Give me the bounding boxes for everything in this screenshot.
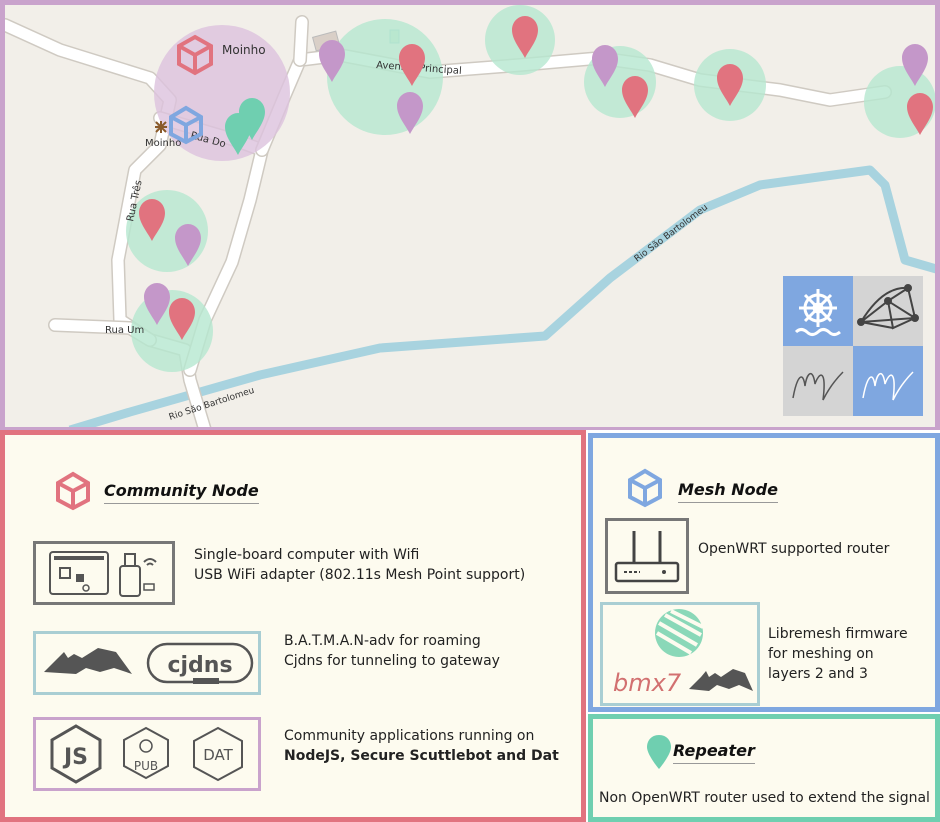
nodejs-logo-text: JS bbox=[62, 745, 88, 770]
firmware-line-2: for meshing on bbox=[768, 646, 874, 662]
repeater-panel: Repeater Non OpenWRT router used to exte… bbox=[588, 714, 940, 822]
cjdns-logo-text: cjdns bbox=[167, 653, 232, 678]
apps-line-2: NodeJS, Secure Scuttlebot and Dat bbox=[284, 748, 559, 764]
apps-line-1: Community applications running on bbox=[284, 728, 535, 744]
repeater-pin-icon bbox=[647, 735, 671, 769]
routing-line-2: Cjdns for tunneling to gateway bbox=[284, 653, 500, 669]
batman-bat-icon bbox=[44, 648, 132, 674]
firmware-line-3: layers 2 and 3 bbox=[768, 666, 868, 682]
community-node-icon bbox=[56, 471, 90, 511]
mesh-node-panel: Mesh Node OpenWRT supported router bmx7 … bbox=[588, 433, 940, 712]
routing-logo-box: cjdns bbox=[33, 631, 261, 695]
firmware-logo-box: bmx7 bbox=[600, 602, 760, 706]
hardware-line-1: Single-board computer with Wifi bbox=[194, 547, 420, 563]
mesh-node-title: Mesh Node bbox=[678, 480, 778, 503]
router-icon bbox=[614, 531, 680, 583]
apps-logo-box: JS PUB DAT bbox=[33, 717, 261, 791]
batman-bat-icon bbox=[689, 669, 753, 691]
map-frame bbox=[0, 0, 940, 430]
repeater-title: Repeater bbox=[673, 741, 755, 764]
usb-adapter-icon bbox=[119, 565, 141, 597]
bmx7-logo-text: bmx7 bbox=[613, 669, 682, 697]
router-logo-box bbox=[605, 518, 689, 594]
ssb-pub-text: PUB bbox=[134, 759, 158, 773]
hardware-logo-box bbox=[33, 541, 175, 605]
dat-logo-text: DAT bbox=[203, 746, 233, 764]
mesh-node-icon bbox=[628, 468, 662, 508]
router-text: OpenWRT supported router bbox=[698, 541, 890, 557]
repeater-text: Non OpenWRT router used to extend the si… bbox=[599, 790, 930, 806]
firmware-line-1: Libremesh firmware bbox=[768, 626, 908, 642]
sbc-and-usb-icon bbox=[49, 551, 157, 597]
community-node-panel: Community Node Single-board computer wit… bbox=[0, 430, 586, 822]
libremesh-logo bbox=[655, 609, 704, 657]
hardware-line-2: USB WiFi adapter (802.11s Mesh Point sup… bbox=[194, 567, 526, 583]
routing-line-1: B.A.T.M.A.N-adv for roaming bbox=[284, 633, 481, 649]
community-node-title: Community Node bbox=[104, 481, 259, 504]
